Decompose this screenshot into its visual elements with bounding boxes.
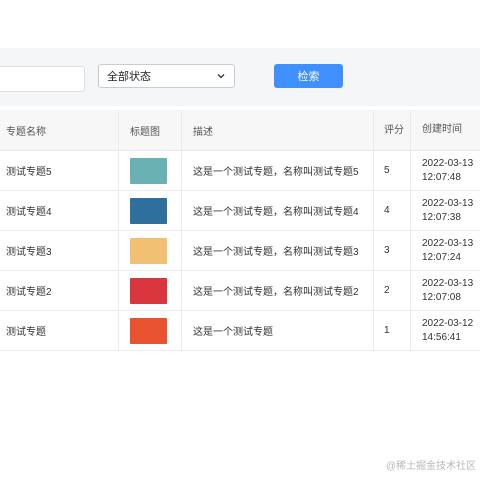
thumbnail-cell: [130, 231, 176, 270]
thumbnail-image[interactable]: [130, 277, 167, 304]
created-date: 2022-03-13: [422, 237, 474, 249]
created-time: 2022-03-12 14:56:41: [422, 311, 480, 350]
table-row[interactable]: 测试专题2 这是一个测试专题，名称叫测试专题2 2 2022-03-13 12:07:0…: [0, 271, 480, 311]
thumbnail-image[interactable]: [130, 237, 167, 264]
table-row[interactable]: 测试专题3 这是一个测试专题，名称叫测试专题3 3 2022-03-13 12:07:2…: [0, 231, 480, 271]
top-spacer: [0, 0, 480, 44]
created-clock: 14:56:41: [422, 331, 461, 343]
thumbnail-image[interactable]: [130, 197, 167, 224]
topic-name: 测试专题5: [6, 167, 52, 178]
created-time: 2022-03-13 12:07:38: [422, 191, 480, 230]
watermark: @稀土掘金技术社区: [385, 461, 476, 472]
thumbnail-image[interactable]: [130, 317, 167, 344]
topic-desc: 这是一个测试专题，名称叫测试专题4: [193, 207, 359, 218]
topic-name: 测试专题4: [6, 207, 52, 218]
table-row[interactable]: 测试专题4 这是一个测试专题，名称叫测试专题4 4 2022-03-13 12:07:3…: [0, 191, 480, 231]
topic-score: 1: [384, 325, 390, 336]
chevron-down-icon: [217, 74, 225, 79]
status-select[interactable]: 全部状态: [98, 64, 235, 88]
topic-desc: 这是一个测试专题，名称叫测试专题2: [193, 287, 359, 298]
thumbnail-cell: [130, 271, 176, 310]
thumbnail-image[interactable]: [130, 157, 167, 184]
topic-score: 4: [384, 205, 390, 216]
topic-desc: 这是一个测试专题，名称叫测试专题3: [193, 247, 359, 258]
created-clock: 12:07:08: [422, 291, 461, 303]
topic-score: 3: [384, 245, 390, 256]
created-time: 2022-03-13 12:07:48: [422, 151, 480, 190]
created-date: 2022-03-13: [422, 277, 474, 289]
topic-score: 5: [384, 165, 390, 176]
header-thumb[interactable]: 标题图: [130, 110, 176, 150]
header-time[interactable]: 创建时间: [422, 110, 480, 150]
table-row[interactable]: 测试专题 这是一个测试专题 1 2022-03-12 14:56:41: [0, 311, 480, 351]
topic-name: 测试专题: [6, 327, 46, 338]
header-desc[interactable]: 描述: [193, 110, 373, 150]
topic-name: 测试专题3: [6, 247, 52, 258]
search-input[interactable]: [0, 66, 85, 92]
created-date: 2022-03-13: [422, 157, 474, 169]
created-clock: 12:07:38: [422, 211, 461, 223]
created-date: 2022-03-13: [422, 197, 474, 209]
filter-bar: 全部状态 检索: [0, 48, 480, 106]
topic-desc: 这是一个测试专题: [193, 327, 273, 338]
table-row[interactable]: 测试专题5 这是一个测试专题，名称叫测试专题5 5 2022-03-13 12:07:4…: [0, 151, 480, 191]
topic-name: 测试专题2: [6, 287, 52, 298]
created-time: 2022-03-13 12:07:08: [422, 271, 480, 310]
header-name[interactable]: 专题名称: [6, 110, 116, 150]
topic-desc: 这是一个测试专题，名称叫测试专题5: [193, 167, 359, 178]
status-select-value: 全部状态: [107, 71, 151, 83]
thumbnail-cell: [130, 191, 176, 230]
created-time: 2022-03-13 12:07:24: [422, 231, 480, 270]
thumbnail-cell: [130, 151, 176, 190]
created-clock: 12:07:24: [422, 251, 461, 263]
thumbnail-cell: [130, 311, 176, 350]
table-header: 专题名称 标题图 描述 评分 创建时间: [0, 110, 480, 151]
search-button[interactable]: 检索: [274, 64, 343, 88]
header-score[interactable]: 评分: [384, 110, 404, 150]
topic-score: 2: [384, 285, 390, 296]
created-clock: 12:07:48: [422, 171, 461, 183]
created-date: 2022-03-12: [422, 317, 474, 329]
